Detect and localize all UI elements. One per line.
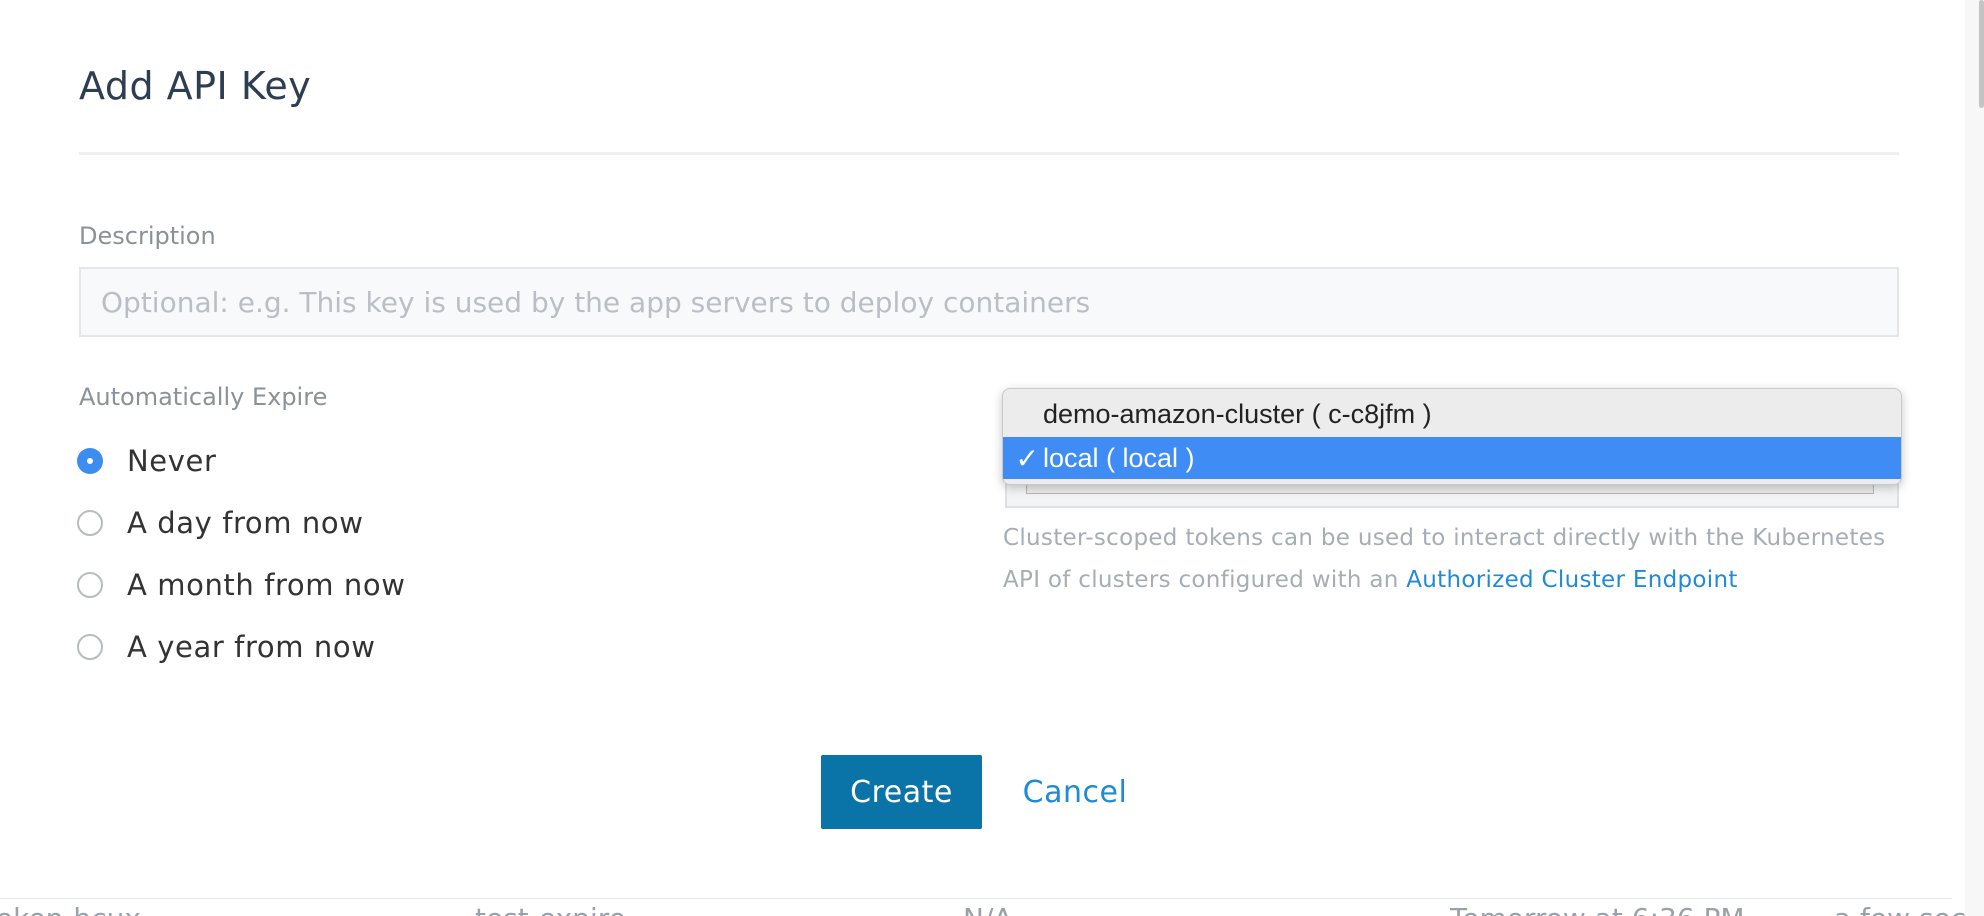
expire-option-never[interactable]: Never — [77, 441, 216, 481]
table-cell: Tomorrow at 6:36 PM — [1450, 902, 1745, 916]
authorized-cluster-endpoint-link[interactable]: Authorized Cluster Endpoint — [1406, 567, 1737, 593]
radio-label: A month from now — [127, 568, 406, 602]
table-cell: a few seco — [1834, 902, 1983, 916]
dropdown-option-local[interactable]: ✓ local ( local ) — [1003, 437, 1901, 479]
description-label: Description — [79, 222, 216, 250]
option-label: local ( local ) — [1043, 442, 1195, 473]
background-table-row: oken-bcux test-expire N/A Tomorrow at 6:… — [0, 898, 1984, 916]
title-divider — [79, 152, 1899, 155]
radio-never[interactable] — [77, 448, 103, 474]
add-api-key-dialog: Add API Key Description Automatically Ex… — [0, 0, 1952, 899]
scope-help-text: Cluster-scoped tokens can be used to int… — [1003, 517, 1903, 601]
radio-label: A year from now — [127, 630, 376, 664]
cancel-button[interactable]: Cancel — [1010, 755, 1140, 829]
create-button[interactable]: Create — [821, 755, 982, 829]
table-cell: oken-bcux — [0, 902, 141, 916]
dialog-title: Add API Key — [79, 64, 312, 108]
description-input[interactable] — [79, 267, 1899, 337]
dropdown-option-demo-amazon-cluster[interactable]: demo-amazon-cluster ( c-c8jfm ) — [1003, 393, 1901, 435]
scrollbar-thumb[interactable] — [1979, 0, 1984, 108]
table-cell: test-expire — [475, 902, 626, 916]
scope-dropdown-menu[interactable]: demo-amazon-cluster ( c-c8jfm ) ✓ local … — [1002, 388, 1902, 485]
expire-option-day[interactable]: A day from now — [77, 503, 364, 543]
checkmark-icon: ✓ — [1015, 442, 1039, 474]
radio-day[interactable] — [77, 510, 103, 536]
radio-year[interactable] — [77, 634, 103, 660]
option-label: demo-amazon-cluster ( c-c8jfm ) — [1043, 398, 1432, 429]
radio-month[interactable] — [77, 572, 103, 598]
radio-label: Never — [127, 444, 217, 478]
expire-option-year[interactable]: A year from now — [77, 627, 376, 667]
table-cell: N/A — [963, 902, 1013, 916]
radio-label: A day from now — [127, 506, 364, 540]
page-scrollbar[interactable] — [1965, 0, 1984, 916]
auto-expire-label: Automatically Expire — [79, 383, 328, 411]
expire-option-month[interactable]: A month from now — [77, 565, 406, 605]
